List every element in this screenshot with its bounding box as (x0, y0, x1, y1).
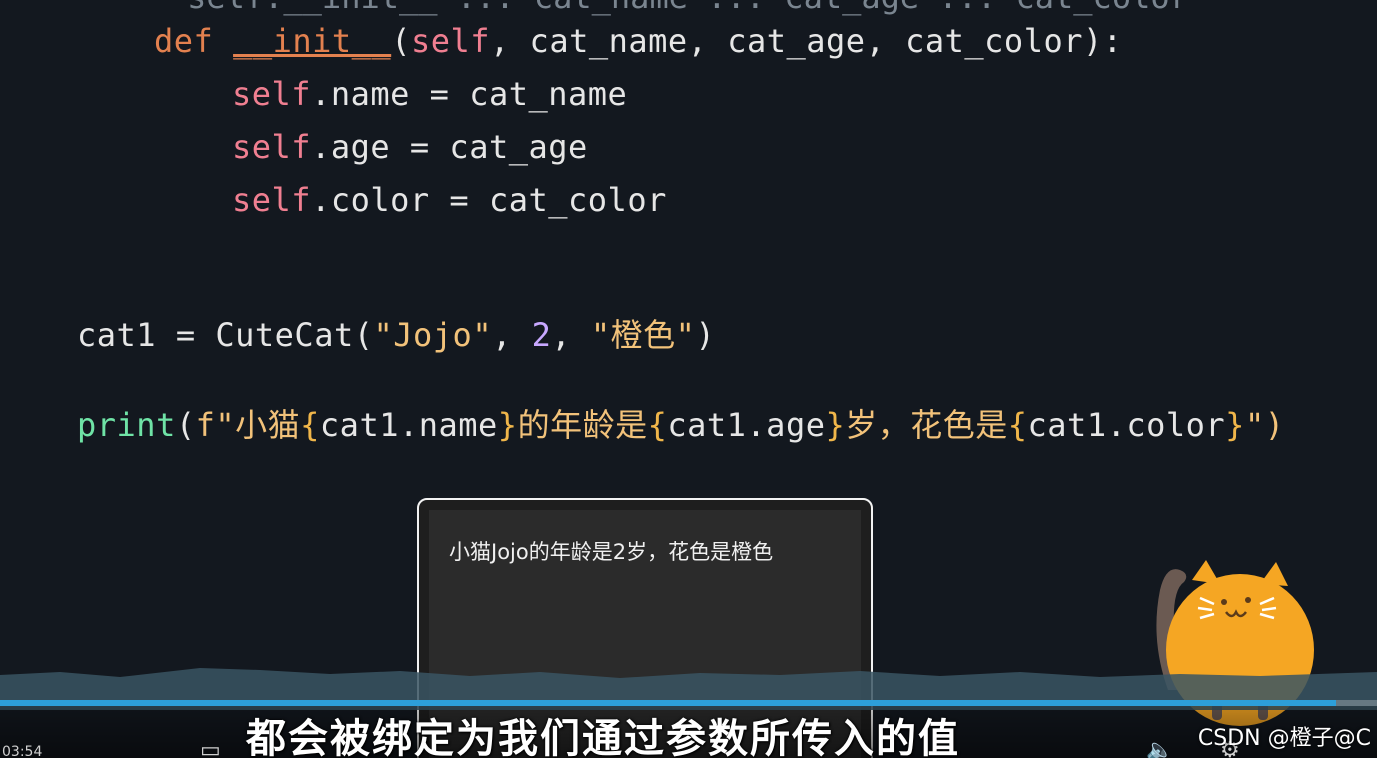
code-text: cat1 = CuteCat( (77, 316, 374, 354)
terminal-output: 小猫Jojo的年龄是2岁，花色是橙色 (449, 540, 774, 564)
brace: } (497, 406, 518, 444)
code-line-partial: self.__init__ ... cat_name ... cat_age .… (110, 0, 1189, 16)
params: , cat_name, cat_age, cat_color): (490, 22, 1123, 60)
expr: cat1.name (319, 406, 498, 444)
fstring-text: 岁，花色是 (845, 406, 1008, 444)
keyword-def: def (154, 22, 214, 60)
number-literal: 2 (531, 316, 552, 354)
self-ref: self (232, 75, 312, 113)
video-frame[interactable]: self.__init__ ... cat_name ... cat_age .… (0, 0, 1377, 758)
code-text: ) (695, 316, 716, 354)
self-param: self (410, 22, 491, 60)
function-init: __init__ (233, 22, 392, 60)
fstring-text: ") (1244, 406, 1285, 444)
assign-text: .name = cat_name (311, 75, 628, 113)
string-literal: "橙色" (590, 316, 696, 354)
self-ref: self (232, 181, 312, 219)
code-text: , (492, 316, 532, 354)
code-text: ( (175, 406, 196, 444)
expr: cat1.age (667, 406, 826, 444)
subtitle: 都会被绑定为我们通过参数所传入的值 (246, 716, 960, 758)
brace: } (1225, 406, 1245, 444)
expr: cat1.color (1027, 406, 1226, 444)
volume-icon[interactable]: 🔈 (1146, 738, 1173, 758)
assign-text: .color = cat_color (311, 181, 667, 219)
watermark: CSDN @橙子@C (1197, 726, 1371, 751)
code-line-name: self.name = cat_name (232, 75, 627, 113)
code-line-instantiate: cat1 = CuteCat("Jojo", 2, "橙色") (77, 310, 715, 356)
code-text: , (551, 316, 591, 354)
danmaku-icon[interactable]: ▭ (200, 738, 221, 758)
brace: { (300, 406, 320, 444)
assign-text: .age = cat_age (311, 128, 588, 166)
brace: } (825, 406, 846, 444)
string-literal: "Jojo" (373, 316, 493, 354)
code-line-age: self.age = cat_age (232, 128, 588, 166)
print-function: print (77, 406, 176, 444)
time-display: 03:54 (2, 744, 43, 758)
brace: { (1007, 406, 1028, 444)
paren-open: ( (391, 22, 411, 60)
self-ref: self (232, 128, 312, 166)
brace: { (647, 406, 668, 444)
fstring-text: 的年龄是 (517, 406, 648, 444)
fstring-text: f"小猫 (195, 406, 301, 444)
code-line-color: self.color = cat_color (232, 181, 667, 219)
code-line-print: print(f"小猫{cat1.name}的年龄是{cat1.age}岁，花色是… (77, 400, 1284, 446)
code-line-def: def __init__(self, cat_name, cat_age, ca… (154, 22, 1123, 60)
